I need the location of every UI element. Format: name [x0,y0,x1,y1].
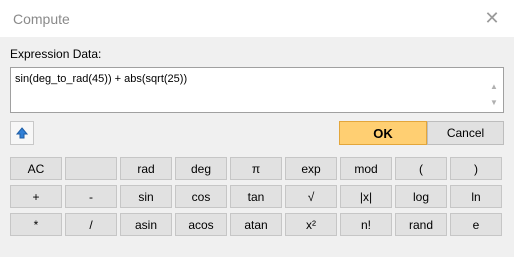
key-plus[interactable]: + [10,185,62,208]
key-tan[interactable]: tan [230,185,282,208]
ok-button[interactable]: OK [339,121,427,145]
toggle-keys-button[interactable] [10,121,34,145]
window-title: Compute [13,11,70,27]
key-atan[interactable]: atan [230,213,282,236]
key-factorial[interactable]: n! [340,213,392,236]
key-log[interactable]: log [395,185,447,208]
compute-dialog: Compute ✕ Expression Data: sin(deg_to_ra… [0,0,514,257]
key-multiply[interactable]: * [10,213,62,236]
arrow-up-icon [15,127,29,139]
key-acos[interactable]: acos [175,213,227,236]
key-pi[interactable]: π [230,157,282,180]
key-rparen[interactable]: ) [450,157,502,180]
key-asin[interactable]: asin [120,213,172,236]
key-e[interactable]: e [450,213,502,236]
key-rad[interactable]: rad [120,157,172,180]
key-mod[interactable]: mod [340,157,392,180]
expression-textbox[interactable]: sin(deg_to_rad(45)) + abs(sqrt(25)) ▲ ▼ [10,67,504,113]
keypad: AC rad deg π exp mod ( ) + - sin cos tan… [10,147,504,247]
key-cos[interactable]: cos [175,185,227,208]
key-exp[interactable]: exp [285,157,337,180]
expression-label: Expression Data: [10,47,102,61]
key-abs[interactable]: |x| [340,185,392,208]
key-blank[interactable] [65,157,117,180]
key-sqrt[interactable]: √ [285,185,337,208]
title-bar: Compute ✕ [0,0,514,37]
key-square[interactable]: x² [285,213,337,236]
close-icon[interactable]: ✕ [480,6,504,30]
key-divide[interactable]: / [65,213,117,236]
expression-text: sin(deg_to_rad(45)) + abs(sqrt(25)) [15,73,188,85]
key-minus[interactable]: - [65,185,117,208]
key-deg[interactable]: deg [175,157,227,180]
scroll-down-icon[interactable]: ▼ [488,96,500,108]
cancel-button[interactable]: Cancel [427,121,504,145]
scroll-up-icon[interactable]: ▲ [488,80,500,92]
key-ac[interactable]: AC [10,157,62,180]
key-sin[interactable]: sin [120,185,172,208]
key-ln[interactable]: ln [450,185,502,208]
key-rand[interactable]: rand [395,213,447,236]
key-lparen[interactable]: ( [395,157,447,180]
